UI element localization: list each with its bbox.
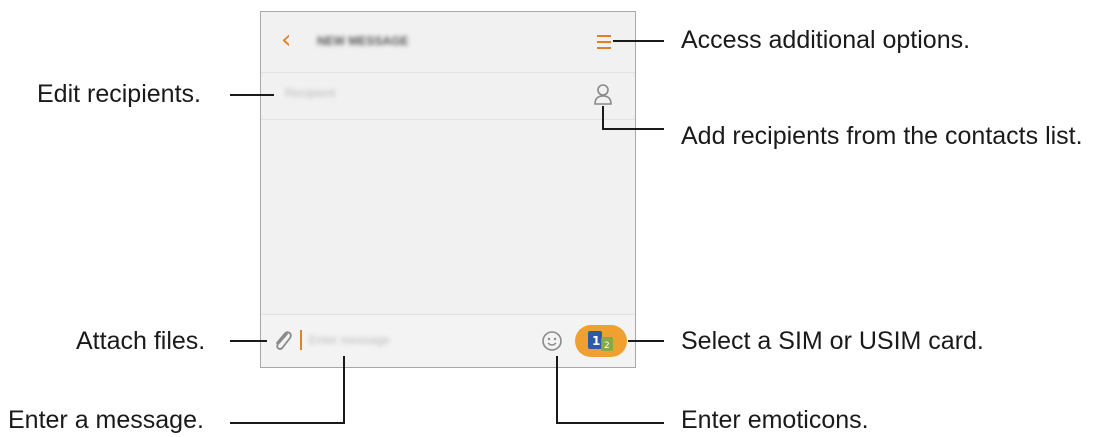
message-leader-line: [230, 356, 345, 424]
callout-add-recipients: Add recipients from the contacts list.: [681, 122, 1083, 150]
callout-options: Access additional options.: [681, 26, 971, 54]
callout-message: Enter a message.: [8, 406, 204, 434]
callout-sim: Select a SIM or USIM card.: [681, 327, 984, 355]
callout-edit-recipients: Edit recipients.: [37, 80, 201, 108]
emoticons-leader-line: [556, 356, 664, 424]
contacts-leader-line: [602, 106, 664, 130]
callout-lines: [230, 40, 664, 424]
callout-emoticons: Enter emoticons.: [681, 406, 869, 434]
callout-attach: Attach files.: [76, 327, 206, 355]
